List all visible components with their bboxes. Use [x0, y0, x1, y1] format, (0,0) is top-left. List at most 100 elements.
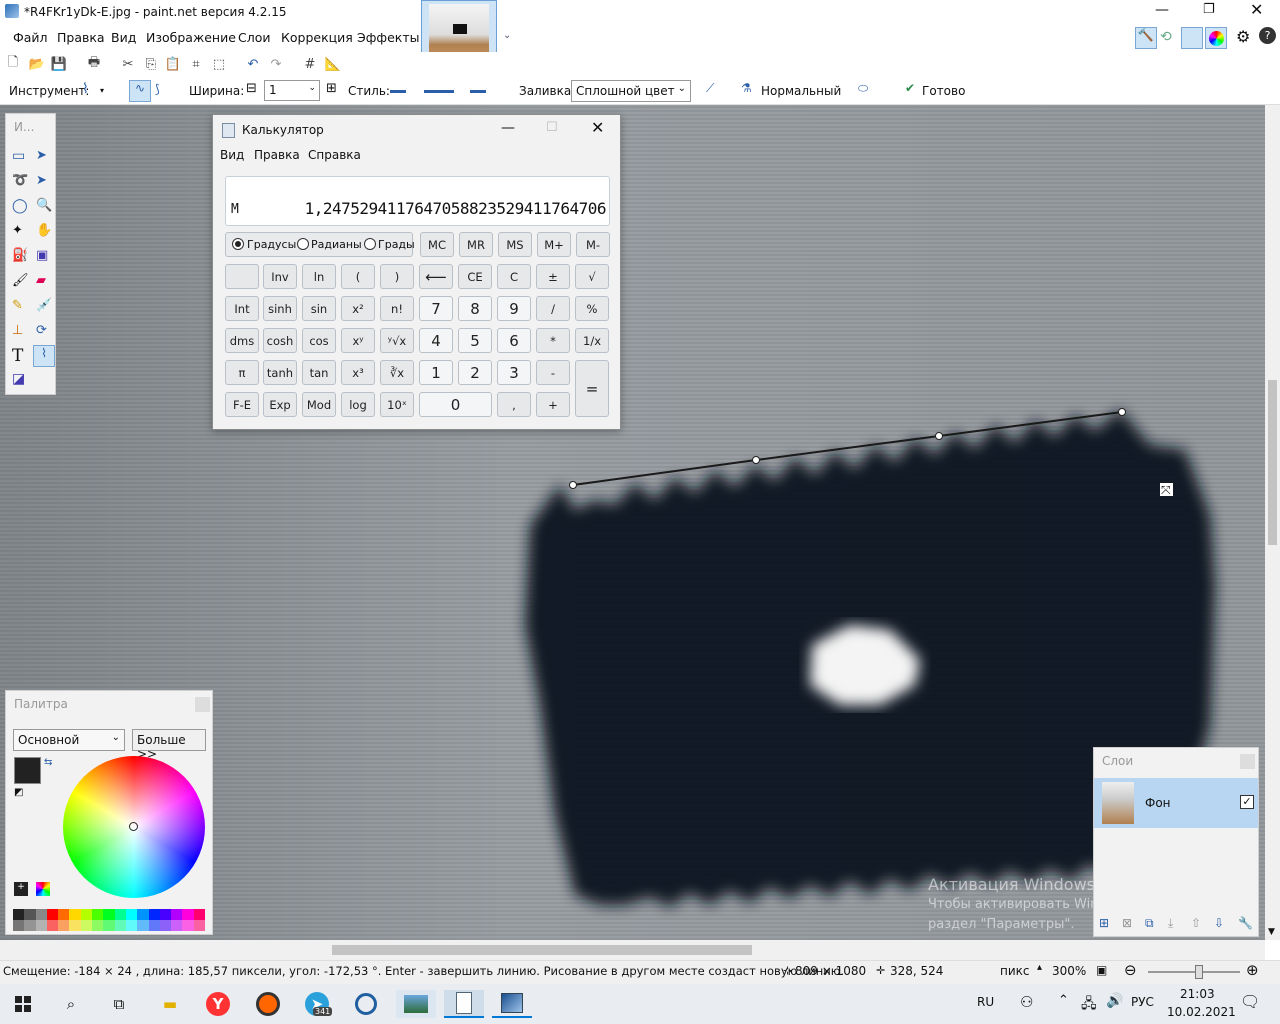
calc-key-=[interactable]: =: [575, 360, 609, 417]
calc-key-sinh[interactable]: sinh: [263, 296, 297, 321]
chevron-down-icon[interactable]: ▾: [100, 86, 104, 95]
calc-key-4[interactable]: 4: [419, 328, 453, 353]
calc-key-±[interactable]: ±: [536, 264, 570, 289]
palette-swatch[interactable]: [58, 909, 70, 931]
primary-color-swatch[interactable]: [14, 757, 41, 784]
calc-key-C[interactable]: C: [497, 264, 531, 289]
zoom-level[interactable]: 300%: [1052, 964, 1086, 978]
calc-key-ʸ√x[interactable]: ʸ√x: [380, 328, 414, 353]
label-degrees[interactable]: Градусы: [247, 238, 296, 251]
history-window-icon[interactable]: ⟲: [1160, 29, 1172, 45]
palette-swatch[interactable]: [24, 909, 36, 931]
more-colors-button[interactable]: Больше >>: [132, 729, 206, 761]
palette-swatch[interactable]: [193, 909, 206, 931]
palette-swatch[interactable]: [159, 909, 172, 931]
palette-swatch[interactable]: [114, 909, 126, 931]
rectangle-select-icon[interactable]: ▭: [12, 148, 25, 164]
text-tool-icon[interactable]: T: [12, 346, 23, 366]
line-end-style[interactable]: [470, 90, 486, 93]
dash-style[interactable]: [424, 90, 454, 93]
layer-item-background[interactable]: Фон ✓: [1094, 778, 1258, 828]
calc-key-1[interactable]: 1: [419, 360, 453, 385]
calc-key-/[interactable]: /: [536, 296, 570, 321]
memory-button-mminus[interactable]: M-: [576, 232, 610, 257]
bezier-mode-icon[interactable]: ⟆: [155, 82, 160, 96]
menu-layers[interactable]: Слои: [238, 30, 271, 45]
open-folder-icon[interactable]: 📂: [29, 56, 45, 72]
blend-mode-select[interactable]: Нормальный: [761, 84, 841, 98]
people-icon[interactable]: ⚇: [1020, 993, 1033, 1011]
label-grads[interactable]: Грады: [378, 238, 415, 251]
print-icon[interactable]: 🖶: [86, 55, 102, 72]
palette-close-icon[interactable]: [195, 697, 210, 712]
layers-close-icon[interactable]: [1240, 754, 1255, 769]
zoom-out-icon[interactable]: ⊖: [1124, 961, 1137, 979]
palette-swatch[interactable]: [69, 909, 81, 931]
tray-chevron-up-icon[interactable]: ⌃: [1058, 993, 1069, 1008]
new-file-icon[interactable]: 🗋: [5, 55, 21, 72]
calc-key-+[interactable]: +: [536, 392, 570, 417]
clone-stamp-icon[interactable]: ⊥: [12, 323, 23, 338]
zoom-icon[interactable]: 🔍: [36, 198, 52, 213]
calc-key-0[interactable]: 0: [419, 392, 492, 417]
label-radians[interactable]: Радианы: [311, 238, 362, 251]
yandex-browser-icon[interactable]: Y: [198, 990, 238, 1018]
calc-close-button[interactable]: ✕: [591, 118, 604, 137]
cut-icon[interactable]: ✂: [120, 56, 136, 72]
calc-key-F-E[interactable]: F-E: [225, 392, 259, 417]
scroll-down-arrow[interactable]: ▼: [1268, 927, 1275, 937]
palette-swatch[interactable]: [171, 909, 183, 931]
help-icon[interactable]: ?: [1259, 27, 1276, 44]
calc-key-)[interactable]: ): [380, 264, 414, 289]
browser-icon[interactable]: [248, 990, 288, 1018]
calc-key-5[interactable]: 5: [458, 328, 492, 353]
calc-key-∛x[interactable]: ∛x: [380, 360, 414, 385]
calc-key-1/x[interactable]: 1/x: [575, 328, 609, 353]
calc-key-8[interactable]: 8: [458, 296, 492, 321]
palette-swatch[interactable]: [125, 909, 138, 931]
search-icon[interactable]: ⌕: [51, 990, 91, 1018]
calc-key-CE[interactable]: CE: [458, 264, 492, 289]
done-button[interactable]: Готово: [922, 84, 965, 98]
blend-mode-icon[interactable]: ⚗: [741, 81, 752, 95]
layer-visibility-checkbox[interactable]: ✓: [1240, 795, 1254, 809]
calc-key-,[interactable]: ,: [497, 392, 531, 417]
menu-file[interactable]: Файл: [13, 30, 48, 45]
notifications-icon[interactable]: 🗨: [1240, 992, 1260, 1011]
close-button[interactable]: ✕: [1250, 0, 1263, 19]
crop-icon[interactable]: ⌗: [188, 56, 204, 72]
calc-key-n![interactable]: n!: [380, 296, 414, 321]
ellipse-select-icon[interactable]: ◯: [12, 198, 28, 214]
palette-swatch[interactable]: [13, 909, 25, 931]
grid-icon[interactable]: #: [302, 56, 318, 72]
network-app-icon[interactable]: [346, 990, 386, 1018]
calc-key-tan[interactable]: tan: [302, 360, 336, 385]
clock-date[interactable]: 10.02.2021: [1167, 1005, 1236, 1019]
calc-key-*[interactable]: *: [536, 328, 570, 353]
calc-key-cos[interactable]: cos: [302, 328, 336, 353]
memory-button-mc[interactable]: MC: [420, 232, 454, 257]
save-icon[interactable]: 💾: [51, 56, 67, 72]
radio-radians[interactable]: [297, 238, 309, 250]
fill-select[interactable]: Сплошной цвет ⌄: [571, 80, 691, 102]
tools-window-icon[interactable]: 🔨: [1135, 27, 1157, 49]
layers-window-icon[interactable]: [1181, 27, 1203, 49]
keyboard-lang[interactable]: RU: [977, 995, 994, 1009]
copy-icon[interactable]: ⎘: [143, 56, 159, 72]
color-wheel[interactable]: [63, 756, 205, 898]
zoom-fit-icon[interactable]: ▣: [1096, 963, 1107, 977]
duplicate-layer-icon[interactable]: ⧉: [1145, 916, 1154, 931]
calc-key-xʸ[interactable]: xʸ: [341, 328, 375, 353]
reset-colors-icon[interactable]: ◩: [14, 787, 23, 798]
calc-menu-view[interactable]: Вид: [220, 148, 244, 162]
recolor-icon[interactable]: ⟳: [36, 323, 47, 338]
line-curve-tool-icon[interactable]: ⌇: [82, 81, 89, 97]
calc-key-⟵[interactable]: ⟵: [419, 264, 453, 289]
chevron-up-icon[interactable]: ▴: [1037, 962, 1042, 973]
calc-key-Exp[interactable]: Exp: [263, 392, 297, 417]
calc-key-%[interactable]: %: [575, 296, 609, 321]
calc-key-sin[interactable]: sin: [302, 296, 336, 321]
swap-colors-icon[interactable]: ⇆: [44, 757, 52, 768]
vertical-scrollbar[interactable]: ▼: [1265, 105, 1280, 940]
task-view-icon[interactable]: ⧉: [99, 990, 139, 1018]
